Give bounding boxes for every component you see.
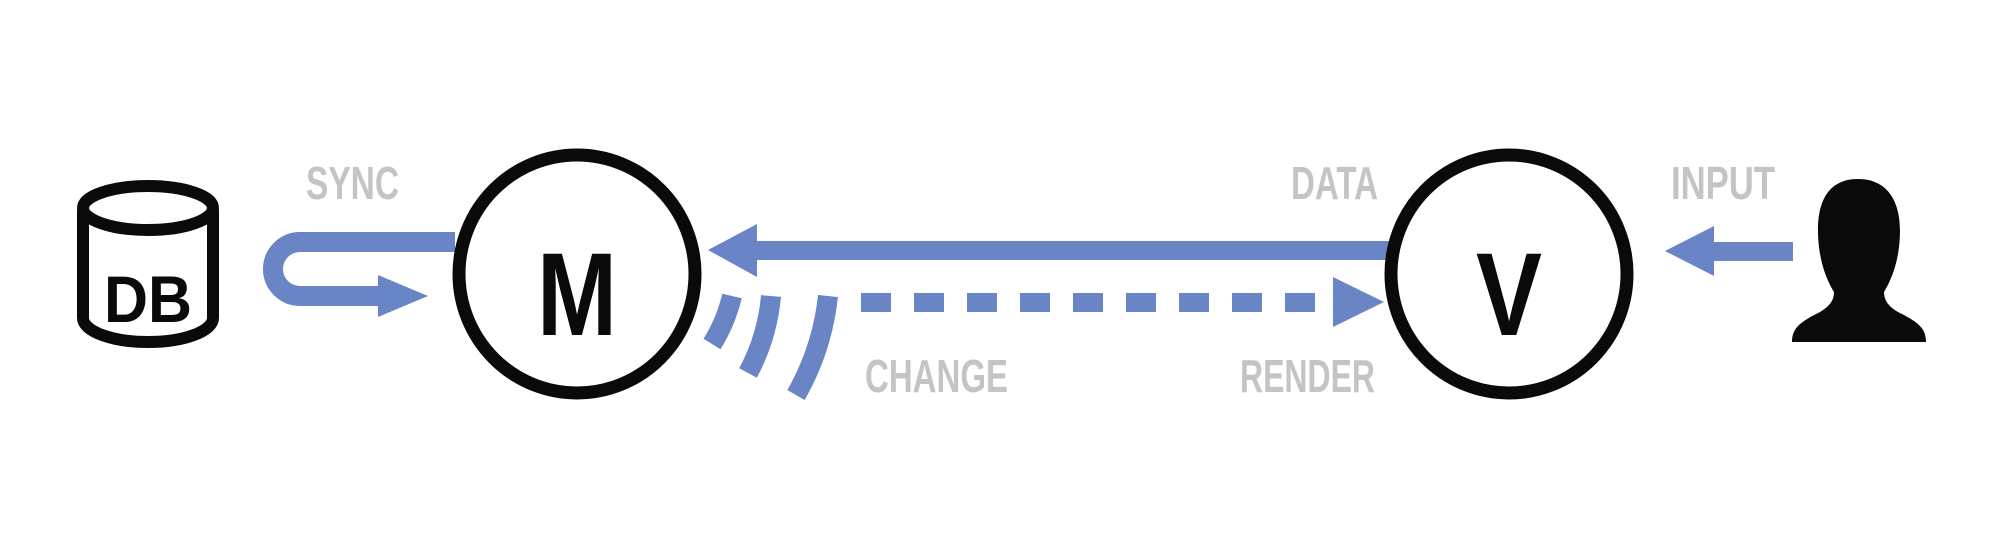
database-label: DB (104, 262, 192, 336)
data-arrowhead (708, 224, 757, 277)
change-waves-icon (703, 293, 838, 400)
data-arrow-line (750, 241, 1395, 260)
render-arrow-dashes (861, 293, 1315, 312)
input-label: INPUT (1671, 157, 1775, 209)
model-label: M (537, 229, 617, 361)
view-node: V (1384, 148, 1634, 400)
user-silhouette-icon (1792, 179, 1926, 342)
sync-arrowhead (378, 275, 428, 317)
sync-arrow (263, 232, 455, 306)
model-node: M (452, 148, 702, 400)
mvc-diagram: DB SYNC DATA RENDER CHANGE M V INPUT (77, 148, 1926, 402)
input-arrowhead (1665, 226, 1714, 276)
sync-label: SYNC (306, 157, 399, 209)
database-cylinder-icon: DB (77, 180, 219, 348)
data-label: DATA (1291, 157, 1378, 209)
render-label: RENDER (1240, 350, 1375, 402)
view-label: V (1476, 229, 1542, 361)
change-label: CHANGE (865, 350, 1008, 402)
input-arrow-line (1705, 242, 1793, 261)
render-arrowhead (1333, 277, 1384, 327)
